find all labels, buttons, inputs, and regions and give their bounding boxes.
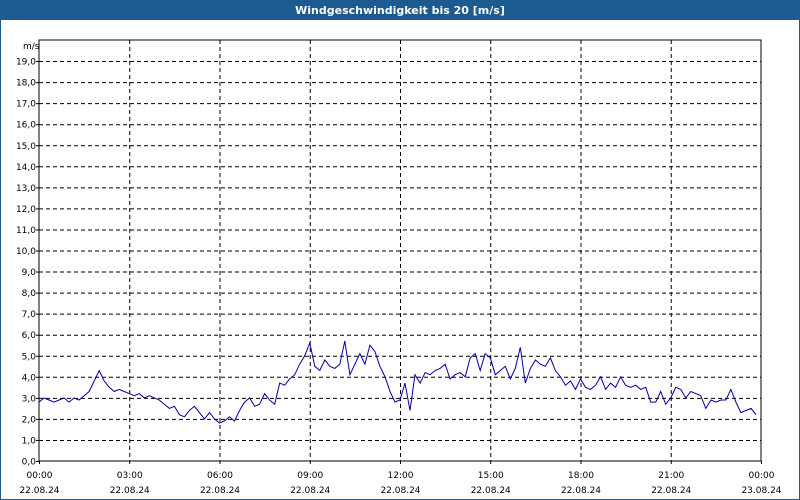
y-tick-label: 4,0 — [22, 373, 37, 383]
x-tick-date-label: 22.08.24 — [19, 486, 59, 496]
horizontal-gridlines — [36, 61, 761, 462]
x-tick-time-label: 00:00 — [749, 471, 775, 481]
y-tick-label: 0,0 — [22, 458, 37, 468]
chart-window: Windgeschwindigkeit bis 20 [m/s] 0,0 1,0 2… — [0, 0, 800, 500]
y-tick-label: 17,0 — [16, 100, 36, 110]
x-tick-time-label: 18:00 — [568, 471, 594, 481]
y-tick-label: 7,0 — [22, 310, 37, 320]
y-tick-label: 9,0 — [22, 268, 37, 278]
y-tick-label: 12,0 — [16, 205, 36, 215]
y-tick-label: 6,0 — [22, 331, 37, 341]
y-tick-label: 13,0 — [16, 184, 36, 194]
x-tick-time-label: 03:00 — [117, 471, 143, 481]
y-tick-label: 10,0 — [16, 247, 36, 257]
line-chart: 0,0 1,0 2,0 3,0 4,0 5,0 6,0 7,0 8,0 9,0 10,0 11,0 12… — [16, 39, 782, 496]
x-tick-date-label: 22.08.24 — [200, 486, 240, 496]
x-tick-date-label: 23.08.24 — [741, 486, 781, 496]
x-tick-time-label: 06:00 — [207, 471, 233, 481]
y-tick-label: 19,0 — [16, 58, 36, 68]
y-tick-label: 1,0 — [22, 436, 37, 446]
y-tick-label: 16,0 — [16, 121, 36, 131]
x-tick-time-label: 15:00 — [478, 471, 504, 481]
y-axis-label: m/s — [23, 42, 40, 52]
x-tick-date-label: 22.08.24 — [110, 486, 150, 496]
x-tick-time-label: 12:00 — [388, 471, 414, 481]
x-tick-date-label: 22.08.24 — [380, 486, 420, 496]
y-tick-label: 18,0 — [16, 79, 36, 89]
y-tick-label: 3,0 — [22, 394, 37, 404]
y-tick-label: 5,0 — [22, 352, 37, 362]
y-tick-label: 8,0 — [22, 289, 37, 299]
x-tick-date-label: 22.08.24 — [561, 486, 601, 496]
x-tick-time-label: 21:00 — [658, 471, 684, 481]
x-tick-date-label: 22.08.24 — [651, 486, 691, 496]
y-tick-label: 15,0 — [16, 142, 36, 152]
x-tick-time-label: 00:00 — [27, 471, 53, 481]
y-tick-label: 2,0 — [22, 415, 37, 425]
y-tick-label: 14,0 — [16, 163, 36, 173]
x-axis-tick-labels: 00:00 22.08.24 03:00 22.08.24 06:00 22.08.24 0… — [19, 471, 781, 496]
y-axis-tick-labels: 0,0 1,0 2,0 3,0 4,0 5,0 6,0 7,0 8,0 9,0 10,0 11,0 12… — [16, 58, 36, 468]
x-tick-date-label: 22.08.24 — [471, 486, 511, 496]
y-tick-label: 11,0 — [16, 226, 36, 236]
series-line — [38, 340, 757, 424]
x-tick-date-label: 22.08.24 — [290, 486, 330, 496]
x-tick-time-label: 09:00 — [297, 471, 323, 481]
